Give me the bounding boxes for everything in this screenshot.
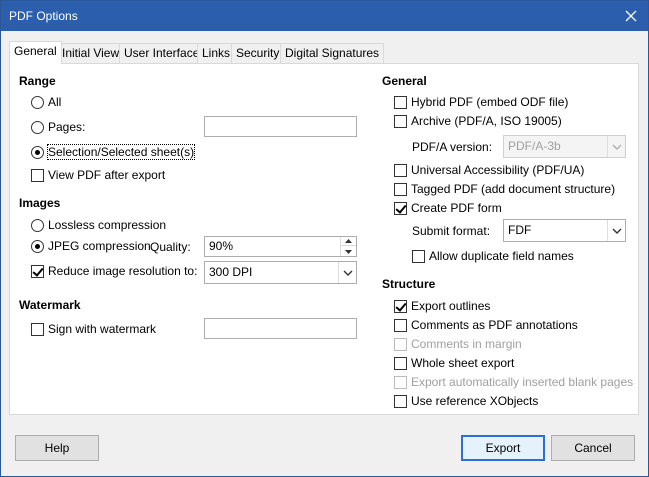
tab-general[interactable]: General (9, 41, 62, 64)
title-bar[interactable]: PDF Options (1, 1, 648, 31)
chevron-down-icon (607, 136, 625, 157)
submit-format-label: Submit format: (412, 224, 491, 238)
universal-accessibility-checkbox[interactable] (394, 163, 407, 177)
comments-margin-label: Comments in margin (411, 337, 522, 351)
tagged-pdf-label: Tagged PDF (add document structure) (411, 182, 616, 196)
allow-duplicate-label: Allow duplicate field names (429, 249, 574, 263)
comments-pdf-checkbox[interactable] (394, 318, 407, 332)
resolution-select[interactable]: 300 DPI (204, 261, 357, 284)
export-button[interactable]: Export (461, 435, 545, 461)
reference-xobjects-checkbox[interactable] (394, 394, 407, 408)
create-pdf-form-checkbox[interactable] (394, 201, 407, 215)
view-pdf-label: View PDF after export (48, 168, 166, 182)
export-outlines-label: Export outlines (411, 299, 491, 313)
lossless-option[interactable]: Lossless compression (31, 218, 166, 232)
sign-watermark-checkbox[interactable] (31, 322, 44, 336)
jpeg-option[interactable]: JPEG compression (31, 239, 151, 253)
range-pages-radio[interactable] (31, 120, 44, 134)
comments-pdf-label: Comments as PDF annotations (411, 318, 578, 332)
submit-format-value: FDF (508, 223, 532, 237)
sign-watermark-label: Sign with watermark (48, 322, 157, 336)
hybrid-pdf-option[interactable]: Hybrid PDF (embed ODF file) (394, 95, 568, 109)
structure-heading: Structure (382, 277, 436, 291)
range-selection-radio[interactable] (31, 145, 44, 159)
pdfa-version-value: PDF/A-3b (508, 139, 561, 153)
quality-spinbox[interactable]: 90% (204, 236, 357, 257)
allow-duplicate-option[interactable]: Allow duplicate field names (412, 249, 574, 263)
blank-pages-checkbox (394, 375, 407, 389)
jpeg-radio[interactable] (31, 239, 44, 253)
resolution-value: 300 DPI (209, 265, 253, 279)
jpeg-label: JPEG compression (48, 239, 151, 253)
pdf-options-dialog: PDF Options General Initial View User In… (0, 0, 649, 477)
reference-xobjects-label: Use reference XObjects (411, 394, 539, 408)
spin-up-icon[interactable] (341, 237, 356, 246)
tab-initial-view[interactable]: Initial View (57, 43, 125, 63)
tab-digital-signatures[interactable]: Digital Signatures (280, 43, 385, 63)
watermark-text-input[interactable] (204, 318, 357, 339)
range-pages-option[interactable]: Pages: (31, 120, 85, 134)
create-pdf-form-option[interactable]: Create PDF form (394, 201, 502, 215)
spin-down-icon[interactable] (341, 247, 356, 256)
comments-pdf-option[interactable]: Comments as PDF annotations (394, 318, 578, 332)
hybrid-pdf-label: Hybrid PDF (embed ODF file) (411, 95, 569, 109)
tab-links[interactable]: Links (197, 43, 236, 63)
range-heading: Range (19, 74, 56, 88)
export-outlines-checkbox[interactable] (394, 299, 407, 313)
watermark-heading: Watermark (19, 298, 81, 312)
range-all-label: All (48, 95, 62, 109)
quality-value: 90% (209, 239, 234, 253)
images-heading: Images (19, 196, 61, 210)
create-pdf-form-label: Create PDF form (411, 201, 502, 215)
reduce-resolution-checkbox[interactable] (31, 264, 44, 278)
chevron-down-icon[interactable] (607, 220, 625, 241)
tab-security[interactable]: Security (231, 43, 285, 63)
range-all-radio[interactable] (31, 95, 44, 109)
archive-label: Archive (PDF/A, ISO 19005) (411, 114, 562, 128)
comments-margin-option: Comments in margin (394, 337, 522, 351)
blank-pages-option: Export automatically inserted blank page… (394, 375, 633, 389)
range-selection-option[interactable]: Selection/Selected sheet(s) (31, 144, 196, 160)
help-button[interactable]: Help (15, 435, 99, 461)
universal-accessibility-option[interactable]: Universal Accessibility (PDF/UA) (394, 163, 584, 177)
chevron-down-icon[interactable] (338, 262, 356, 283)
tab-user-interface[interactable]: User Interface (119, 43, 205, 63)
tagged-pdf-option[interactable]: Tagged PDF (add document structure) (394, 182, 615, 196)
hybrid-pdf-checkbox[interactable] (394, 95, 407, 109)
lossless-radio[interactable] (31, 218, 44, 232)
submit-format-select[interactable]: FDF (503, 219, 626, 242)
quality-spin-buttons[interactable] (340, 237, 356, 256)
general-heading: General (382, 74, 427, 88)
universal-accessibility-label: Universal Accessibility (PDF/UA) (411, 163, 585, 177)
allow-duplicate-checkbox[interactable] (412, 249, 425, 263)
reference-xobjects-option[interactable]: Use reference XObjects (394, 394, 538, 408)
reduce-resolution-label: Reduce image resolution to: (48, 264, 198, 278)
range-pages-label: Pages: (48, 120, 86, 134)
pdfa-version-label: PDF/A version: (412, 140, 493, 154)
pages-input[interactable] (204, 116, 357, 137)
window-title: PDF Options (9, 9, 78, 23)
archive-checkbox[interactable] (394, 114, 407, 128)
range-all-option[interactable]: All (31, 95, 61, 109)
tagged-pdf-checkbox[interactable] (394, 182, 407, 196)
lossless-label: Lossless compression (48, 218, 167, 232)
export-outlines-option[interactable]: Export outlines (394, 299, 490, 313)
whole-sheet-checkbox[interactable] (394, 356, 407, 370)
archive-option[interactable]: Archive (PDF/A, ISO 19005) (394, 114, 562, 128)
sign-watermark-option[interactable]: Sign with watermark (31, 322, 156, 336)
quality-label: Quality: (150, 240, 191, 254)
view-pdf-option[interactable]: View PDF after export (31, 168, 165, 182)
blank-pages-label: Export automatically inserted blank page… (411, 375, 634, 389)
range-selection-label: Selection/Selected sheet(s) (46, 144, 196, 160)
general-tab-panel: Range All Pages: Selection/Selected shee… (9, 63, 639, 415)
whole-sheet-label: Whole sheet export (411, 356, 515, 370)
cancel-button[interactable]: Cancel (551, 435, 635, 461)
view-pdf-checkbox[interactable] (31, 168, 44, 182)
comments-margin-checkbox (394, 337, 407, 351)
pdfa-version-select: PDF/A-3b (503, 135, 626, 158)
whole-sheet-option[interactable]: Whole sheet export (394, 356, 514, 370)
close-icon[interactable] (620, 5, 642, 27)
reduce-resolution-option[interactable]: Reduce image resolution to: (31, 264, 197, 278)
